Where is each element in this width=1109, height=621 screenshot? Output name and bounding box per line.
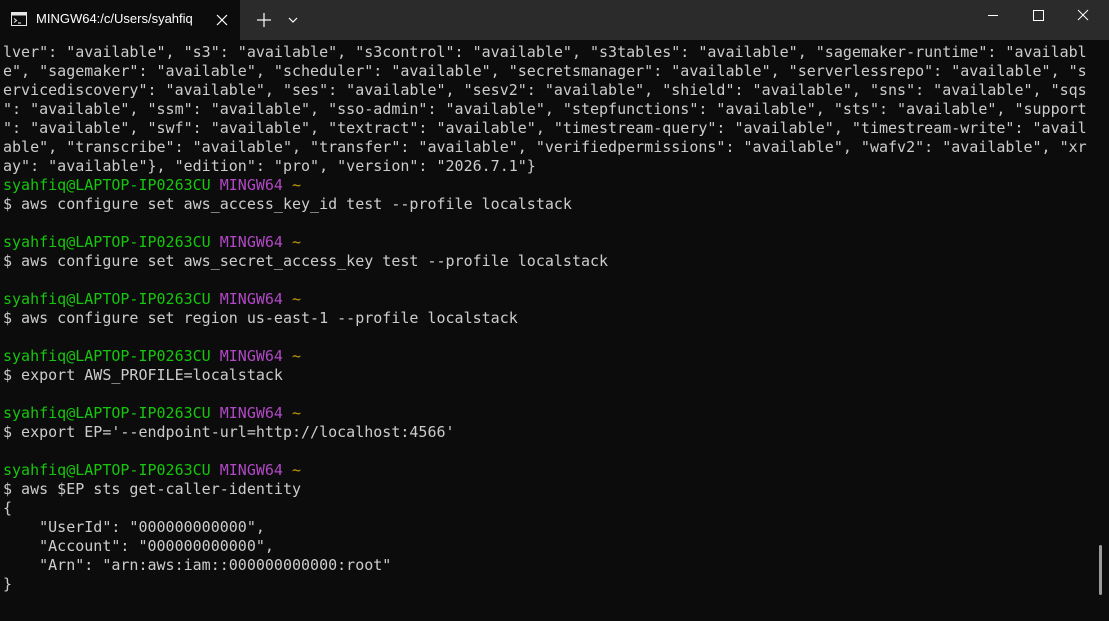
- prompt-env: MINGW64: [219, 233, 283, 251]
- output-line: "Account": "000000000000",: [3, 537, 274, 555]
- output-line: ": "available", "ssm": "available", "sso…: [3, 100, 1087, 118]
- prompt-path: ~: [292, 176, 302, 194]
- output-line: lver": "available", "s3": "available", "…: [3, 43, 1087, 61]
- command-line: $ export AWS_PROFILE=localstack: [3, 366, 283, 384]
- terminal-window: MINGW64:/c/Users/syahfiq lver": "availab…: [0, 0, 1109, 621]
- command-line: $ aws configure set aws_access_key_id te…: [3, 195, 572, 213]
- prompt-line: syahfiq@LAPTOP-IP0263CU MINGW64 ~: [3, 347, 1093, 366]
- output-line: "Arn": "arn:aws:iam::000000000000:root": [3, 556, 392, 574]
- prompt-path: ~: [292, 347, 302, 365]
- prompt-user: syahfiq@LAPTOP-IP0263CU: [3, 176, 211, 194]
- terminal-app-icon: [11, 12, 27, 26]
- tab-active[interactable]: MINGW64:/c/Users/syahfiq: [0, 0, 240, 40]
- prompt-line: syahfiq@LAPTOP-IP0263CU MINGW64 ~: [3, 176, 1093, 195]
- prompt-env: MINGW64: [219, 347, 283, 365]
- prompt-env: MINGW64: [219, 290, 283, 308]
- prompt-env: MINGW64: [219, 404, 283, 422]
- prompt-path: ~: [292, 404, 302, 422]
- prompt-line: syahfiq@LAPTOP-IP0263CU MINGW64 ~: [3, 233, 1093, 252]
- output-line: ervicediscovery": "available", "ses": "a…: [3, 81, 1087, 99]
- maximize-icon[interactable]: [1015, 0, 1061, 32]
- command-line: $ export EP='--endpoint-url=http://local…: [3, 423, 455, 441]
- prompt-path: ~: [292, 461, 302, 479]
- prompt-env: MINGW64: [219, 461, 283, 479]
- prompt-path: ~: [292, 233, 302, 251]
- prompt-line: syahfiq@LAPTOP-IP0263CU MINGW64 ~: [3, 290, 1093, 309]
- prompt-env: MINGW64: [219, 176, 283, 194]
- prompt-user: syahfiq@LAPTOP-IP0263CU: [3, 404, 211, 422]
- prompt-line: syahfiq@LAPTOP-IP0263CU MINGW64 ~: [3, 404, 1093, 423]
- output-line: }: [3, 575, 13, 593]
- tab-title: MINGW64:/c/Users/syahfiq: [36, 11, 193, 26]
- output-line: able", "transcribe": "available", "trans…: [3, 138, 1087, 156]
- minimize-icon[interactable]: [970, 0, 1016, 32]
- close-icon[interactable]: [1060, 0, 1106, 32]
- tab-dropdown-chevron-down-icon[interactable]: [283, 8, 303, 32]
- command-line: $ aws configure set region us-east-1 --p…: [3, 309, 518, 327]
- output-line: "UserId": "000000000000",: [3, 518, 265, 536]
- prompt-user: syahfiq@LAPTOP-IP0263CU: [3, 233, 211, 251]
- output-line: {: [3, 499, 13, 517]
- prompt-path: ~: [292, 290, 302, 308]
- command-line: $ aws $EP sts get-caller-identity: [3, 480, 302, 498]
- scrollbar-thumb[interactable]: [1099, 545, 1102, 595]
- tab-close-icon[interactable]: [212, 10, 232, 30]
- output-line: ay": "available"}, "edition": "pro", "ve…: [3, 157, 536, 175]
- prompt-line: syahfiq@LAPTOP-IP0263CU MINGW64 ~: [3, 461, 1093, 480]
- terminal-output[interactable]: lver": "available", "s3": "available", "…: [3, 43, 1093, 618]
- output-line: ": "available", "swf": "available", "tex…: [3, 119, 1087, 137]
- title-bar: MINGW64:/c/Users/syahfiq: [0, 0, 1109, 40]
- prompt-user: syahfiq@LAPTOP-IP0263CU: [3, 290, 211, 308]
- prompt-user: syahfiq@LAPTOP-IP0263CU: [3, 461, 211, 479]
- output-line: e", "sagemaker": "available", "scheduler…: [3, 62, 1087, 80]
- new-tab-plus-icon[interactable]: [252, 8, 276, 32]
- command-line: $ aws configure set aws_secret_access_ke…: [3, 252, 609, 270]
- prompt-user: syahfiq@LAPTOP-IP0263CU: [3, 347, 211, 365]
